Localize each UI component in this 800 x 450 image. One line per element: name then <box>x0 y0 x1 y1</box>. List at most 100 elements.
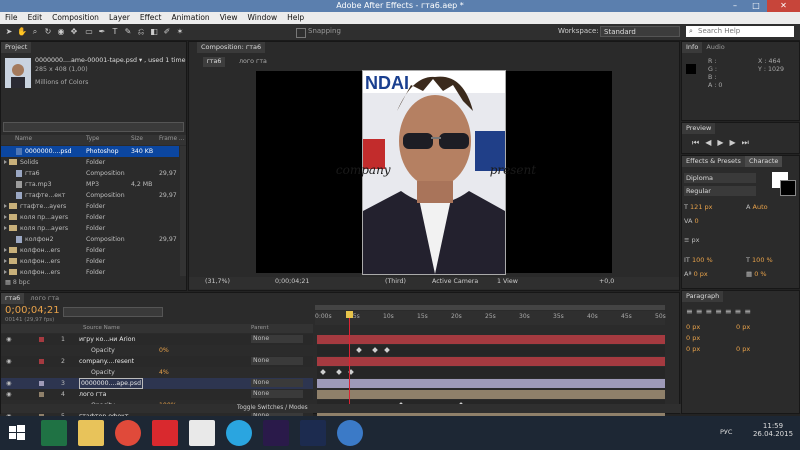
rotate-tool-icon[interactable]: ↻ <box>43 27 53 37</box>
layer-name[interactable]: 0000000....ape.psd <box>79 378 143 389</box>
rectangle-tool-icon[interactable]: ▭ <box>84 27 94 37</box>
pan-behind-tool-icon[interactable]: ✥ <box>69 27 79 37</box>
roto-brush-tool-icon[interactable]: ✐ <box>162 27 172 37</box>
expand-icon[interactable] <box>4 259 7 263</box>
justify-left-icon[interactable]: ≡ <box>715 307 725 316</box>
close-button[interactable]: ✕ <box>767 0 800 12</box>
expand-icon[interactable] <box>4 204 7 208</box>
layer-name[interactable]: лого гта <box>79 389 106 400</box>
tab-effects-presets[interactable]: Effects & Presets <box>682 156 745 167</box>
project-item[interactable]: гта6 Composition 29,97 <box>1 168 179 179</box>
pen-tool-icon[interactable]: ✒ <box>97 27 107 37</box>
label-color[interactable] <box>39 337 44 342</box>
parent-select[interactable]: None <box>251 335 303 343</box>
excel-icon[interactable] <box>41 420 67 446</box>
exposure-value[interactable]: +0,0 <box>599 278 614 285</box>
indent-right-value[interactable]: 0 px <box>736 323 750 331</box>
interpret-footage-icon[interactable]: ▦ <box>5 279 13 286</box>
camera-select[interactable]: Active Camera <box>432 278 478 285</box>
first-frame-icon[interactable]: ⏮ <box>692 138 705 147</box>
layer-row[interactable]: ◉ 2 company....resent None <box>1 356 313 367</box>
project-item[interactable]: колфон...ers Folder <box>1 267 179 278</box>
property-value[interactable]: 0% <box>159 345 169 356</box>
col-name[interactable]: Name <box>15 136 32 142</box>
chrome-icon[interactable] <box>115 420 141 446</box>
font-size-value[interactable]: 121 px <box>690 203 712 211</box>
maximize-button[interactable]: □ <box>746 0 766 12</box>
comp-timecode[interactable]: 0;00;04;21 <box>275 278 309 285</box>
time-ruler[interactable]: 0:00s 05s 10s 15s 20s 25s 30s 35s 40s 45s 50s <box>315 311 666 325</box>
keyframe[interactable] <box>336 369 342 375</box>
justify-right-icon[interactable]: ≡ <box>735 307 745 316</box>
align-right-icon[interactable]: ≡ <box>705 307 715 316</box>
visibility-eye-icon[interactable]: ◉ <box>6 334 11 345</box>
font-family-select[interactable]: Diploma <box>684 173 756 183</box>
timeline-search-input[interactable] <box>63 307 163 317</box>
align-left-icon[interactable]: ≡ <box>686 307 696 316</box>
parent-select[interactable]: None <box>251 379 303 387</box>
tab-timeline-logo[interactable]: лого гта <box>24 294 59 302</box>
layer-duration-bar[interactable] <box>317 335 665 344</box>
layer-duration-bar[interactable] <box>317 379 665 388</box>
visibility-eye-icon[interactable]: ◉ <box>6 389 11 400</box>
timeline-timecode[interactable]: 0;00;04;21 <box>5 305 60 316</box>
menu-layer[interactable]: Layer <box>104 12 135 24</box>
project-item[interactable]: 0000000....psd Photoshop 340 KB <box>1 146 179 157</box>
work-area-bar[interactable] <box>315 305 665 310</box>
layer-row[interactable]: ◉ 1 игру ко...ни Arion None <box>1 334 313 345</box>
play-icon[interactable]: ▶ <box>717 138 729 147</box>
playhead-handle[interactable] <box>346 311 353 318</box>
puppet-tool-icon[interactable]: ✶ <box>175 27 185 37</box>
selection-tool-icon[interactable]: ➤ <box>4 27 14 37</box>
keyframe[interactable] <box>384 347 390 353</box>
brush-tool-icon[interactable]: ✎ <box>123 27 133 37</box>
camera-tool-icon[interactable]: ◉ <box>56 27 66 37</box>
tsume-value[interactable]: 0 % <box>754 270 766 278</box>
keyboard-language[interactable]: РУС <box>720 428 732 436</box>
store-icon[interactable] <box>189 420 215 446</box>
tab-character[interactable]: Characte <box>744 156 783 167</box>
aftereffects-icon[interactable] <box>263 420 289 446</box>
resolution-select[interactable]: (Third) <box>385 278 406 285</box>
font-style-select[interactable]: Regular <box>684 186 756 196</box>
next-frame-icon[interactable]: ▶ <box>730 138 742 147</box>
bpc-label[interactable]: 8 bpc <box>13 279 30 286</box>
photoshop-icon[interactable] <box>300 420 326 446</box>
zoom-level[interactable]: (31,7%) <box>205 278 230 285</box>
project-scrollbar[interactable] <box>180 146 186 276</box>
label-color[interactable] <box>39 381 44 386</box>
expand-icon[interactable] <box>4 248 7 252</box>
view-layout-select[interactable]: 1 View <box>497 278 518 285</box>
layer-name[interactable]: company....resent <box>79 356 134 367</box>
search-help-input[interactable]: Search Help <box>686 26 794 37</box>
zoom-tool-icon[interactable]: ⌕ <box>30 27 40 37</box>
menu-animation[interactable]: Animation <box>166 12 214 24</box>
expand-icon[interactable] <box>4 160 7 164</box>
menu-composition[interactable]: Composition <box>47 12 104 24</box>
col-size[interactable]: Size <box>131 136 143 142</box>
leading-value[interactable]: Auto <box>753 203 768 211</box>
col-source-name[interactable]: Source Name <box>83 325 120 331</box>
windows-icon[interactable] <box>4 420 30 446</box>
eraser-tool-icon[interactable]: ◧ <box>149 27 159 37</box>
indent-left-value[interactable]: 0 px <box>686 323 700 331</box>
layer-duration-bar[interactable] <box>317 390 665 399</box>
space-after-value[interactable]: 0 px <box>736 345 750 353</box>
layer-duration-bar[interactable] <box>317 357 665 366</box>
indent-first-value[interactable]: 0 px <box>686 334 700 342</box>
align-center-icon[interactable]: ≡ <box>696 307 706 316</box>
menu-window[interactable]: Window <box>243 12 283 24</box>
menu-edit[interactable]: Edit <box>23 12 48 24</box>
project-item[interactable]: гта.mp3 MP3 4,2 MB <box>1 179 179 190</box>
expand-icon[interactable] <box>4 226 7 230</box>
layer-name[interactable]: игру ко...ни Arion <box>79 334 136 345</box>
space-before-value[interactable]: 0 px <box>686 345 700 353</box>
project-search-input[interactable] <box>3 122 184 132</box>
baseline-value[interactable]: 0 px <box>694 270 708 278</box>
col-frame[interactable]: Frame ... <box>159 136 184 142</box>
property-row[interactable]: Opacity 0% <box>1 345 313 356</box>
property-row[interactable]: Opacity 4% <box>1 367 313 378</box>
project-item[interactable]: колфон2 Composition 29,97 <box>1 234 179 245</box>
expand-icon[interactable] <box>4 215 7 219</box>
visibility-eye-icon[interactable]: ◉ <box>6 356 11 367</box>
